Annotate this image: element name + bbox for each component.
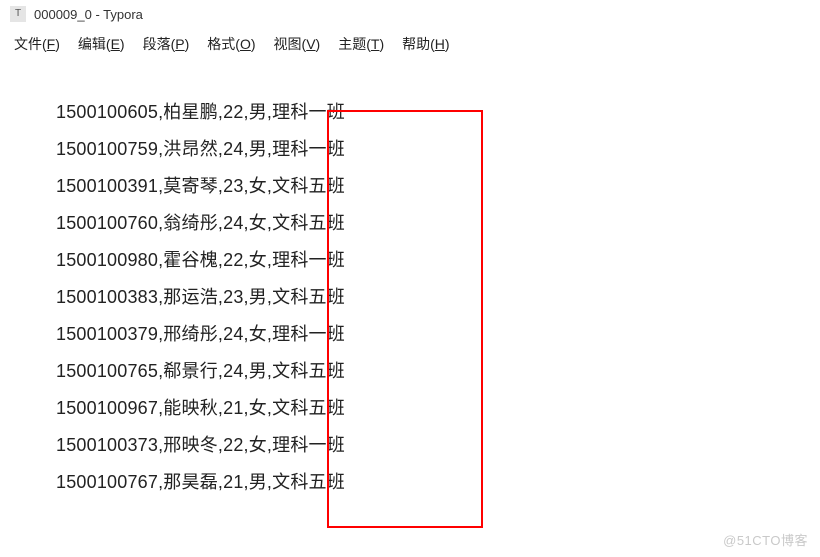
window-title: 000009_0 - Typora	[34, 7, 143, 22]
watermark: @51CTO博客	[723, 530, 808, 549]
text-line[interactable]: 1500100383,那运浩,23,男,文科五班	[56, 279, 820, 316]
text-line[interactable]: 1500100767,那昊磊,21,男,文科五班	[56, 464, 820, 501]
text-line[interactable]: 1500100980,霍谷槐,22,女,理科一班	[56, 242, 820, 279]
menu-file[interactable]: 文件(F)	[14, 34, 60, 54]
text-line[interactable]: 1500100373,邢映冬,22,女,理科一班	[56, 427, 820, 464]
menubar: 文件(F) 编辑(E) 段落(P) 格式(O) 视图(V) 主题(T) 帮助(H…	[0, 28, 820, 64]
text-line[interactable]: 1500100391,莫寄琴,23,女,文科五班	[56, 168, 820, 205]
text-line[interactable]: 1500100760,翁绮彤,24,女,文科五班	[56, 205, 820, 242]
menu-format[interactable]: 格式(O)	[207, 34, 255, 54]
titlebar: T 000009_0 - Typora	[0, 0, 820, 28]
text-line[interactable]: 1500100605,柏星鹏,22,男,理科一班	[56, 94, 820, 131]
menu-view[interactable]: 视图(V)	[274, 34, 321, 54]
text-line[interactable]: 1500100759,洪昂然,24,男,理科一班	[56, 131, 820, 168]
menu-help[interactable]: 帮助(H)	[402, 34, 449, 54]
menu-edit[interactable]: 编辑(E)	[78, 34, 125, 54]
text-line[interactable]: 1500100379,邢绮彤,24,女,理科一班	[56, 316, 820, 353]
menu-theme[interactable]: 主题(T)	[338, 34, 384, 54]
text-line[interactable]: 1500100967,能映秋,21,女,文科五班	[56, 390, 820, 427]
editor-area[interactable]: 1500100605,柏星鹏,22,男,理科一班 1500100759,洪昂然,…	[0, 64, 820, 501]
menu-paragraph[interactable]: 段落(P)	[143, 34, 190, 54]
app-icon: T	[10, 6, 26, 22]
text-line[interactable]: 1500100765,郗景行,24,男,文科五班	[56, 353, 820, 390]
